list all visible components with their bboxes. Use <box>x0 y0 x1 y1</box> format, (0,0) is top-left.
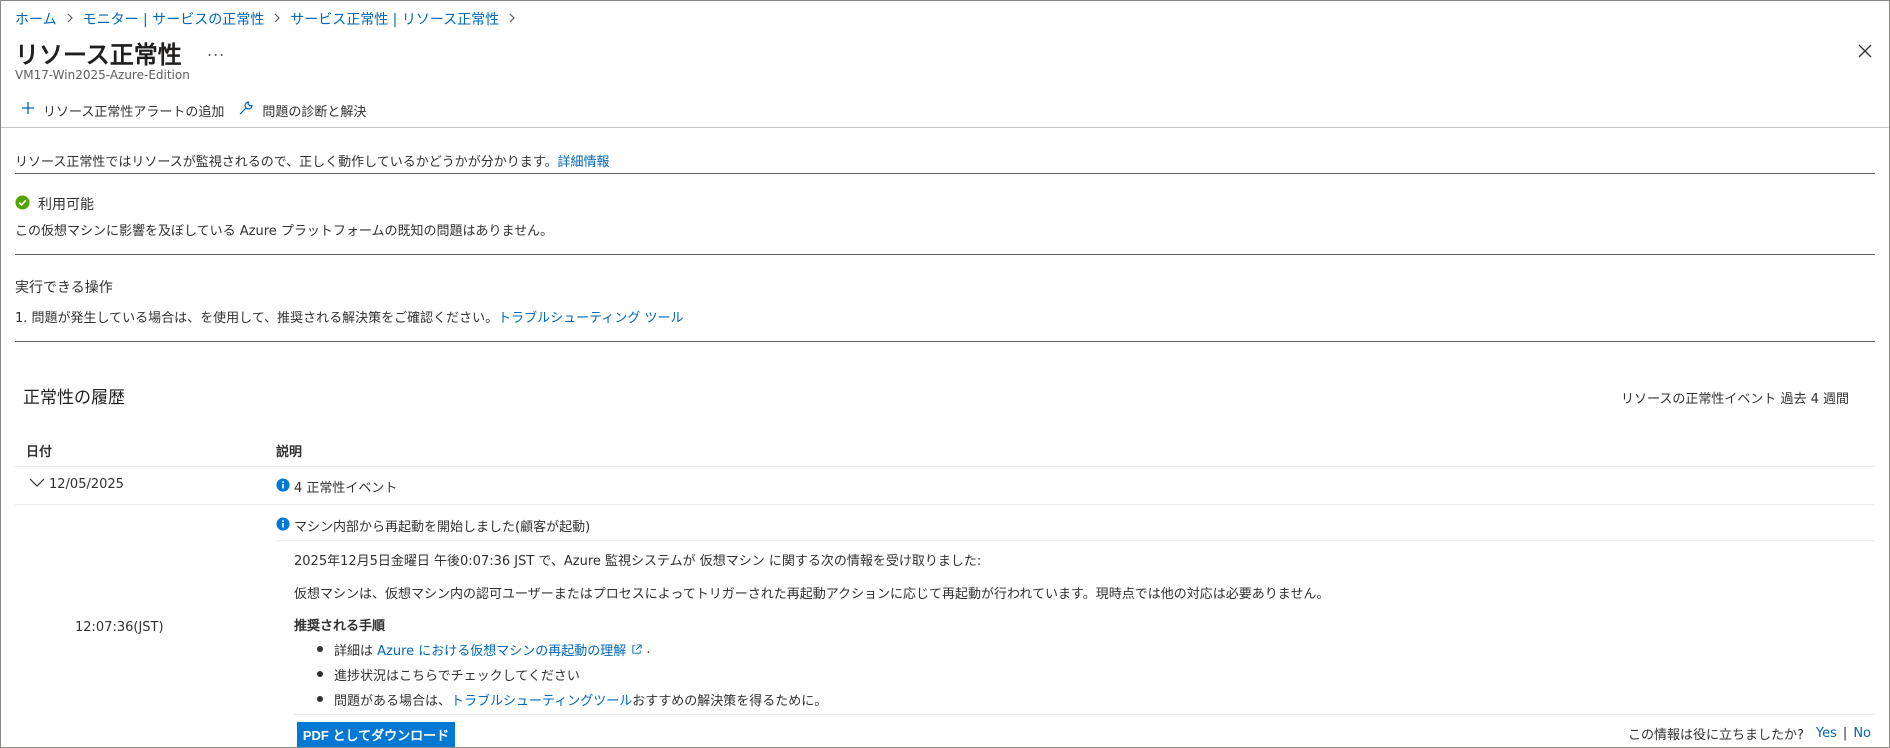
step-1-prefix: 詳細は <box>334 644 374 659</box>
status-description: この仮想マシンに影響を及ぼしている Azure プラットフォームの既知の問題はあ… <box>15 224 554 239</box>
table-row-divider <box>15 504 1875 505</box>
feedback-prompt: この情報は役に立ちましたか? Yes | No <box>1628 724 1871 743</box>
bullet <box>317 671 323 677</box>
chevron-down-icon <box>29 477 49 492</box>
action-item-text: 1. 問題が発生している場合は、を使用して、推奨される解決策をご確認ください。 <box>15 311 499 326</box>
info-description: リソース正常性ではリソースが監視されるので、正しく動作しているかどうかが分かりま… <box>15 151 610 170</box>
bullet <box>317 696 323 702</box>
command-bar: リソース正常性アラートの追加 問題の診断と解決 <box>21 100 380 120</box>
history-time-range: リソースの正常性イベント 過去 4 週間 <box>1620 392 1849 407</box>
troubleshooting-tool-link-2[interactable]: トラブルシューティングツール <box>451 690 632 709</box>
availability-status: 利用可能 <box>15 194 94 214</box>
toolbar-divider <box>1 127 1889 128</box>
section-divider <box>15 254 1875 255</box>
event-footer-divider <box>294 714 1875 715</box>
breadcrumb-monitor-service-health[interactable]: モニター | サービスの正常性 <box>83 9 265 29</box>
info-icon <box>276 516 294 535</box>
page-title: リソース正常性 <box>15 41 182 69</box>
status-label: 利用可能 <box>38 197 94 213</box>
breadcrumb: ホーム モニター | サービスの正常性 サービス正常性 | リソース正常性 <box>15 9 525 29</box>
event-title[interactable]: マシン内部から再起動を開始しました(顧客が起動) <box>276 516 590 535</box>
breadcrumb-resource-health[interactable]: サービス正常性 | リソース正常性 <box>290 9 499 29</box>
recommended-steps-heading: 推奨される手順 <box>294 619 386 634</box>
close-icon[interactable] <box>1855 41 1875 61</box>
event-group-summary: 4 正常性イベント <box>276 477 397 496</box>
chevron-right-icon <box>66 12 74 26</box>
event-detail-divider <box>276 540 1875 541</box>
event-group-date: 12/05/2025 <box>49 477 124 492</box>
plus-icon <box>21 101 43 119</box>
section-divider <box>15 341 1875 342</box>
recommended-step-3: 問題がある場合は、 トラブルシューティングツール おすすめの解決策を得るために。 <box>334 690 827 709</box>
feedback-no-link[interactable]: No <box>1853 726 1871 741</box>
event-detail-line-1: 2025年12月5日金曜日 午後0:07:36 JST で、Azure 監視シス… <box>294 554 982 569</box>
step-3-prefix: 問題がある場合は、 <box>334 694 452 709</box>
download-pdf-button[interactable]: PDF としてダウンロード <box>297 722 455 747</box>
action-item: 1. 問題が発生している場合は、を使用して、推奨される解決策をご確認ください。ト… <box>15 307 683 326</box>
add-health-alert-button[interactable]: リソース正常性アラートの追加 <box>21 101 224 120</box>
breadcrumb-home[interactable]: ホーム <box>15 9 57 29</box>
column-header-description[interactable]: 説明 <box>276 441 302 460</box>
health-history-heading: 正常性の履歴 <box>23 388 125 408</box>
more-options-button[interactable]: ... <box>207 41 225 60</box>
event-title-text: マシン内部から再起動を開始しました(顧客が起動) <box>294 520 591 535</box>
event-detail-line-2: 仮想マシンは、仮想マシン内の認可ユーザーまたはプロセスによってトリガーされた再起… <box>294 587 1330 602</box>
learn-more-link[interactable]: 詳細情報 <box>558 155 610 170</box>
wrench-icon <box>238 100 262 120</box>
step-1-suffix: . <box>646 642 651 657</box>
event-count: 4 正常性イベント <box>294 481 398 496</box>
bullet <box>317 646 323 652</box>
resource-name-subtitle: VM17-Win2025-Azure-Edition <box>15 68 190 82</box>
feedback-separator: | <box>1842 726 1848 741</box>
resource-health-blade: ホーム モニター | サービスの正常性 サービス正常性 | リソース正常性 リソ… <box>0 0 1890 748</box>
feedback-question: この情報は役に立ちましたか? <box>1628 728 1804 743</box>
diagnose-and-solve-button[interactable]: 問題の診断と解決 <box>238 100 366 120</box>
diagnose-and-solve-label: 問題の診断と解決 <box>262 104 367 120</box>
vm-restart-doc-link[interactable]: Azure における仮想マシンの再起動の理解 <box>377 640 626 659</box>
event-time: 12:07:36(JST) <box>75 620 164 635</box>
feedback-yes-link[interactable]: Yes <box>1816 726 1837 741</box>
event-group-toggle[interactable]: 12/05/2025 <box>29 477 124 492</box>
column-header-date[interactable]: 日付 <box>26 441 52 460</box>
recommended-step-1: 詳細は Azure における仮想マシンの再起動の理解 . <box>334 640 650 659</box>
recommended-step-2: 進捗状況はこちらでチェックしてください <box>334 665 580 684</box>
external-link-icon <box>631 644 642 655</box>
step-3-suffix: おすすめの解決策を得るために。 <box>632 694 828 709</box>
add-health-alert-label: リソース正常性アラートの追加 <box>43 104 225 120</box>
actions-heading: 実行できる操作 <box>15 280 113 296</box>
troubleshooting-tool-link[interactable]: トラブルシューティング ツール <box>498 311 683 326</box>
table-divider <box>15 466 1875 467</box>
info-icon <box>276 477 294 496</box>
step-2-text: 進捗状況はこちらでチェックしてください <box>334 669 580 684</box>
chevron-right-icon <box>273 12 281 26</box>
check-circle-icon <box>15 194 38 214</box>
section-divider <box>15 173 1875 174</box>
info-text: リソース正常性ではリソースが監視されるので、正しく動作しているかどうかが分かりま… <box>15 155 558 170</box>
chevron-right-icon <box>508 12 516 26</box>
